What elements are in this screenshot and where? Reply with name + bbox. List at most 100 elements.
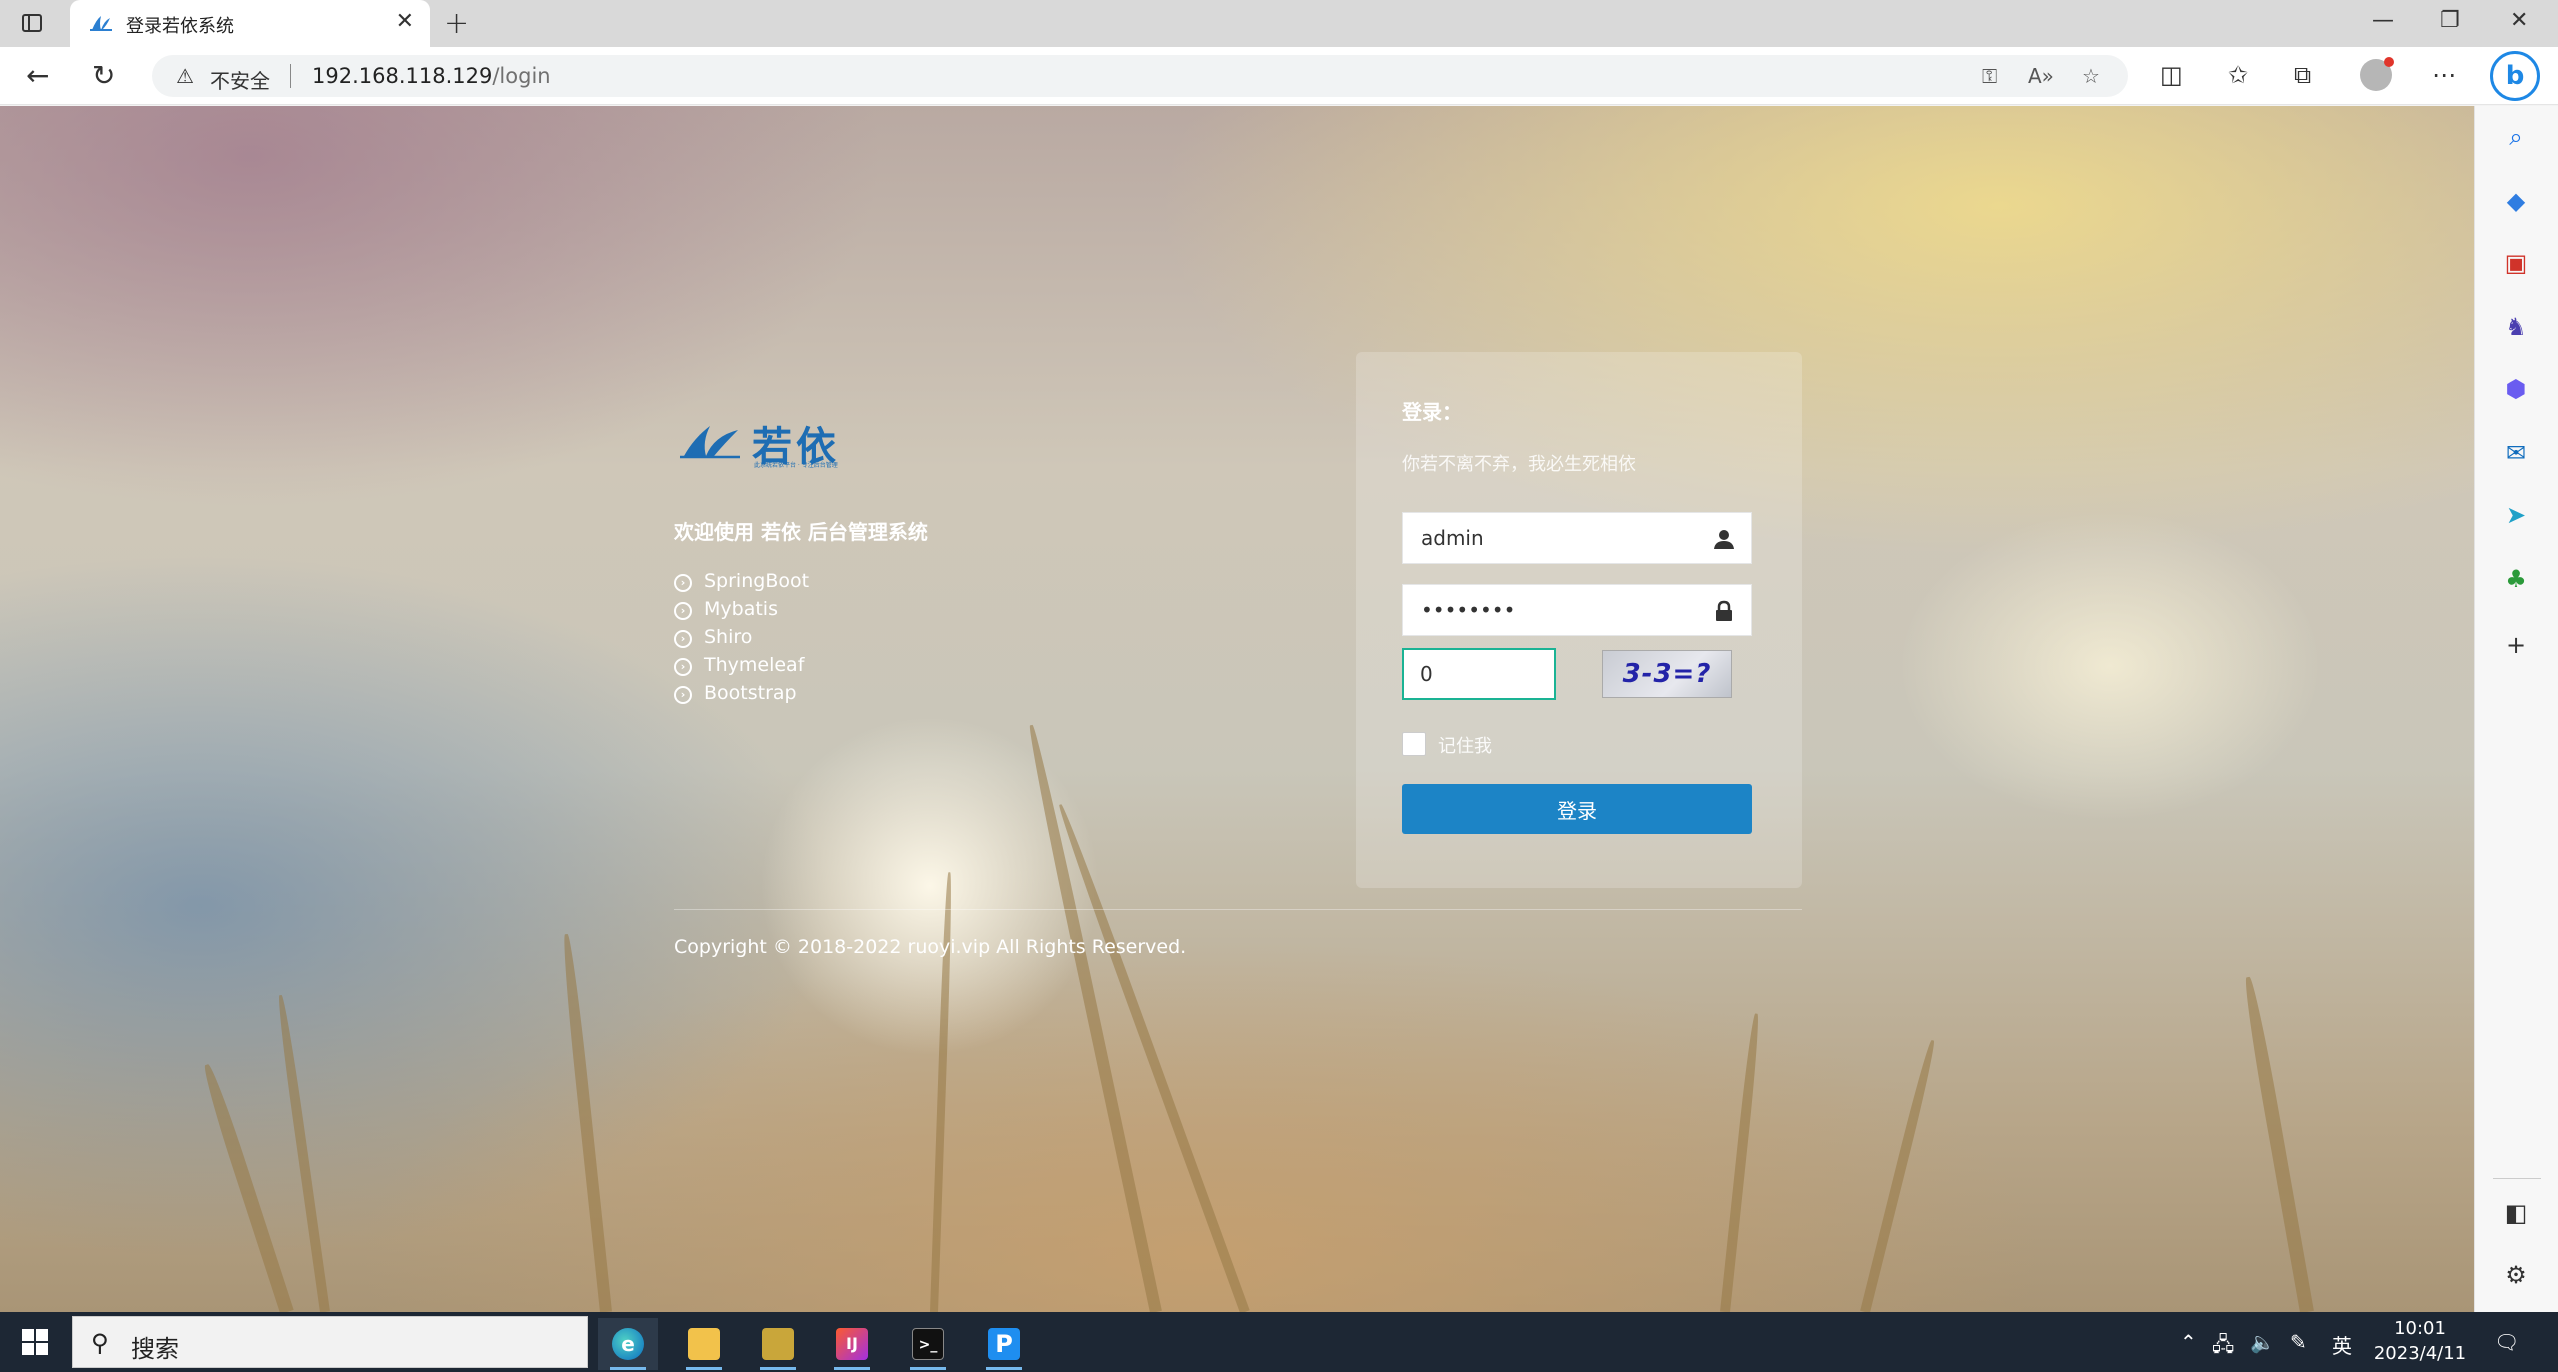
remember-label[interactable]: 记住我: [1438, 732, 1492, 758]
hide-sidebar-icon[interactable]: ◧: [2501, 1198, 2531, 1228]
feature-label: Shiro: [704, 626, 753, 648]
tools-briefcase-icon[interactable]: ▣: [2501, 248, 2531, 278]
brand-tagline: 此系统若依平台 · 专注后台管理: [754, 462, 838, 469]
clock-time: 10:01: [2394, 1318, 2446, 1339]
feature-item: › Shiro: [674, 626, 809, 654]
feature-list: › SpringBoot › Mybatis › Shiro › Thymeleaf ›…: [674, 570, 809, 710]
ruoyi-logo: 若依 此系统若依平台 · 专注后台管理: [680, 412, 850, 470]
taskbar-terminal-app[interactable]: >_: [898, 1318, 958, 1370]
insecure-label[interactable]: 不安全: [210, 65, 270, 94]
url-text[interactable]: 192.168.118.129/login: [312, 64, 551, 88]
password-key-icon[interactable]: ⚿: [1982, 64, 1997, 88]
pen-icon[interactable]: ✎: [2290, 1330, 2307, 1354]
background-grass: [1860, 1039, 1938, 1312]
split-screen-icon[interactable]: ◫: [2160, 61, 2183, 89]
circle-arrow-icon: ›: [674, 602, 692, 620]
url-path: /login: [492, 64, 551, 88]
feature-label: Mybatis: [704, 598, 778, 620]
notification-icon[interactable]: 🗨: [2494, 1330, 2519, 1354]
browser-tab[interactable]: 登录若依系统 ✕: [70, 0, 430, 47]
new-tab-icon[interactable]: +: [444, 6, 469, 41]
captcha-input[interactable]: [1404, 650, 1554, 698]
minimize-icon[interactable]: —: [2372, 8, 2394, 33]
feature-item: › Thymeleaf: [674, 654, 809, 682]
window-close-icon[interactable]: ✕: [2510, 8, 2528, 33]
taskbar-search-box[interactable]: ⚲ 搜索: [72, 1316, 588, 1368]
password-field[interactable]: [1402, 584, 1752, 636]
send-drop-icon[interactable]: ➤: [2501, 500, 2531, 530]
edge-browser-icon: e: [612, 1328, 644, 1360]
taskbar-idea-app[interactable]: IJ: [822, 1318, 882, 1370]
tab-actions-icon[interactable]: [18, 10, 48, 36]
circle-arrow-icon: ›: [674, 574, 692, 592]
p-app-icon: P: [988, 1328, 1020, 1360]
games-chess-icon[interactable]: ♞: [2501, 312, 2531, 342]
active-indicator: [610, 1367, 646, 1370]
login-heading: 登录：: [1402, 400, 1462, 424]
active-indicator: [910, 1367, 946, 1370]
taskbar-search-label: 搜索: [131, 1335, 179, 1363]
user-icon: [1714, 530, 1734, 549]
taskbar-p-app[interactable]: P: [974, 1318, 1034, 1370]
background-grass: [199, 1062, 294, 1312]
captcha-image[interactable]: 3-3=?: [1602, 650, 1732, 698]
profile-avatar[interactable]: [2360, 57, 2394, 91]
username-input[interactable]: [1403, 513, 1703, 563]
network-icon[interactable]: 🖧: [2212, 1330, 2234, 1364]
more-menu-icon[interactable]: ⋯: [2432, 61, 2456, 89]
windows-start-icon[interactable]: [22, 1329, 48, 1355]
back-arrow-icon[interactable]: ←: [26, 59, 49, 92]
login-button[interactable]: 登录: [1402, 784, 1752, 834]
tab-title: 登录若依系统: [126, 16, 234, 37]
search-icon[interactable]: ⌕: [2501, 122, 2531, 152]
feature-item: › Bootstrap: [674, 682, 809, 710]
sidebar-divider: [2493, 1178, 2541, 1179]
add-sidebar-app-icon[interactable]: +: [2501, 630, 2531, 660]
welcome-title: 欢迎使用 若依 后台管理系统: [674, 520, 928, 544]
tab-close-icon[interactable]: ✕: [396, 9, 414, 34]
taskbar-explorer-app[interactable]: [674, 1318, 734, 1370]
shopping-tag-icon[interactable]: ◆: [2501, 186, 2531, 216]
intellij-idea-icon: IJ: [836, 1328, 868, 1360]
tree-icon[interactable]: ♣: [2501, 564, 2531, 594]
taskbar-clock[interactable]: 10:01 2023/4/11: [2372, 1316, 2468, 1366]
volume-icon[interactable]: 🔈: [2250, 1330, 2275, 1354]
address-bar[interactable]: ⚠ 不安全 192.168.118.129/login ⚿ A» ☆: [152, 55, 2128, 97]
edge-sidebar: ⌕ ◆ ▣ ♞ ⬢ ✉ ➤ ♣ + ◧ ⚙: [2474, 106, 2558, 1312]
captcha-field[interactable]: [1402, 648, 1556, 700]
add-favorite-icon[interactable]: ☆: [2082, 64, 2100, 88]
collections-icon[interactable]: ⧉: [2294, 61, 2311, 89]
read-aloud-icon[interactable]: A»: [2028, 64, 2054, 88]
windows-taskbar: ⚲ 搜索 e IJ >_ P ⌃ 🖧 🔈 ✎ 英 10:01 2023/4/11…: [0, 1312, 2558, 1372]
clock-date: 2023/4/11: [2373, 1343, 2467, 1364]
ime-indicator[interactable]: 英: [2332, 1330, 2352, 1359]
taskbar-edge-app[interactable]: e: [598, 1318, 658, 1370]
login-motto: 你若不离不弃，我必生死相依: [1402, 454, 1636, 475]
feature-item: › SpringBoot: [674, 570, 809, 598]
tray-chevron-icon[interactable]: ⌃: [2180, 1330, 2197, 1354]
folder-sync-icon: [762, 1328, 794, 1360]
microsoft365-icon[interactable]: ⬢: [2501, 374, 2531, 404]
remember-checkbox[interactable]: [1402, 732, 1426, 756]
restore-icon[interactable]: ❐: [2440, 8, 2460, 33]
password-input[interactable]: [1403, 585, 1703, 635]
copyright-text: Copyright © 2018-2022 ruoyi.vip All Righ…: [674, 936, 1187, 958]
bing-chat-icon[interactable]: b: [2490, 51, 2540, 101]
terminal-icon: >_: [912, 1328, 944, 1360]
feature-label: Bootstrap: [704, 682, 797, 704]
circle-arrow-icon: ›: [674, 630, 692, 648]
background-grass: [275, 994, 330, 1312]
lock-icon: [1716, 600, 1732, 621]
circle-arrow-icon: ›: [674, 686, 692, 704]
settings-gear-icon[interactable]: ⚙: [2501, 1260, 2531, 1290]
taskbar-filezilla-app[interactable]: [748, 1318, 808, 1370]
favorites-icon[interactable]: ✩: [2228, 61, 2248, 89]
outlook-icon[interactable]: ✉: [2501, 438, 2531, 468]
tab-strip: 登录若依系统 ✕ + — ❐ ✕: [0, 0, 2558, 47]
login-card: 登录： 你若不离不弃，我必生死相依 3-3=? 记住我 登录: [1356, 352, 1802, 888]
reload-icon[interactable]: ↻: [92, 59, 115, 92]
username-field[interactable]: [1402, 512, 1752, 564]
background-grass: [2241, 975, 2314, 1312]
feature-label: Thymeleaf: [704, 654, 805, 676]
background-grass: [1720, 1013, 1762, 1312]
